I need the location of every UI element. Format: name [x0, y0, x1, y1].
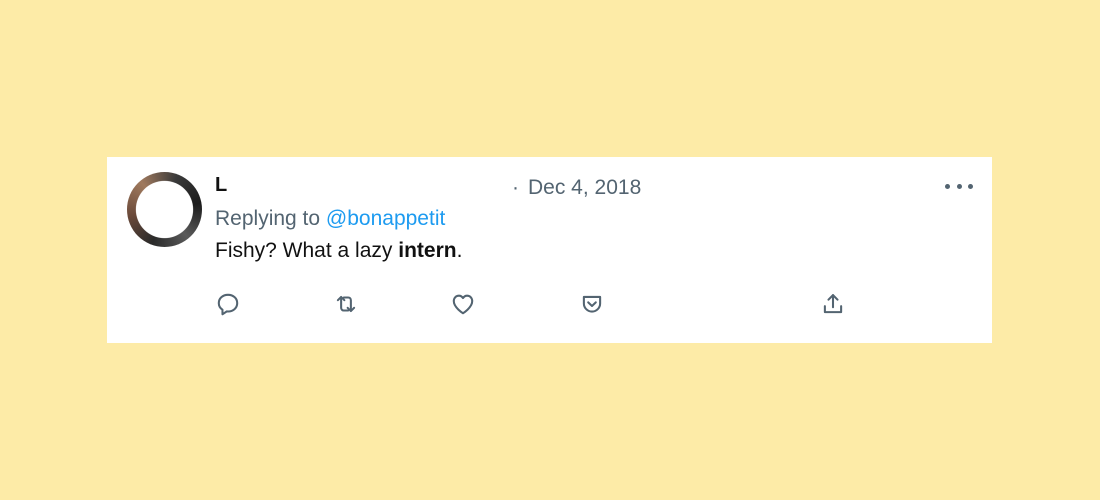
more-dot: [945, 183, 950, 189]
retweet-button[interactable]: [331, 289, 361, 319]
retweet-icon: [336, 295, 356, 313]
reply-button[interactable]: [213, 289, 243, 319]
tweet-text-bold: intern: [398, 239, 457, 262]
like-button[interactable]: [448, 289, 478, 319]
replying-to: Replying to @bonappetit: [215, 207, 445, 231]
tweet-text-end: .: [456, 239, 463, 262]
author-name[interactable]: L: [215, 174, 227, 197]
tweet-text: Fishy? What a lazy intern.: [215, 239, 462, 263]
share-button[interactable]: [818, 289, 848, 319]
reply-icon: [217, 293, 239, 316]
date-separator: ·: [512, 176, 519, 199]
heart-icon: [452, 294, 474, 315]
tweet-card[interactable]: L · Dec 4, 2018 Replying to @bonappetit F…: [107, 157, 992, 343]
save-button[interactable]: [577, 289, 607, 319]
tweet-text-part: Fishy? What a lazy: [215, 239, 399, 262]
share-icon: [823, 294, 843, 314]
tweet-date[interactable]: Dec 4, 2018: [528, 176, 641, 199]
page-background: L · Dec 4, 2018 Replying to @bonappetit F…: [0, 0, 1100, 500]
replying-handle-link[interactable]: @bonappetit: [326, 207, 445, 230]
more-dot: [956, 183, 962, 189]
more-horizontal-icon[interactable]: [945, 178, 973, 194]
avatar[interactable]: [127, 172, 202, 247]
tweet-date-row: · Dec 4, 2018: [512, 176, 641, 200]
replying-prefix: Replying to: [215, 207, 326, 230]
pocket-save-icon: [582, 295, 602, 313]
more-dot: [968, 183, 973, 189]
avatar-mask: [136, 181, 193, 238]
